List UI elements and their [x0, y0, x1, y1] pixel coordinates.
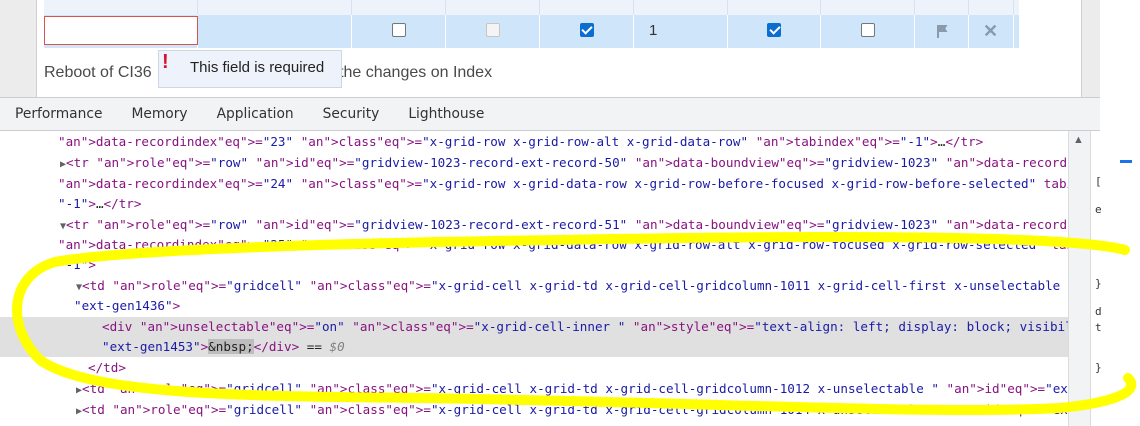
- grid-cell-check-2: [446, 15, 540, 48]
- dom-line-text: <td "an">role"eq">="gridcell" "an">class…: [82, 402, 1068, 417]
- scroll-up-arrow-icon[interactable]: ▲: [1073, 134, 1084, 146]
- grid-cell-flag: [915, 0, 969, 16]
- checkbox[interactable]: [860, 23, 875, 37]
- elements-panel[interactable]: "an">data-recordindex"eq">="23" "an">cla…: [0, 131, 1068, 426]
- grid-cell-check-3[interactable]: [540, 15, 634, 48]
- dom-line[interactable]: "an">data-recordindex"eq">="25" "an">cla…: [0, 235, 1068, 255]
- dom-line-text: "an">data-recordindex"eq">="25" "an">cla…: [58, 237, 1068, 252]
- grid-cell-value: [198, 0, 352, 16]
- error-icon: !: [162, 51, 169, 73]
- dom-line[interactable]: ▼<td "an">role"eq">="gridcell" "an">clas…: [0, 276, 1068, 296]
- grid-cell-delete[interactable]: ✕: [969, 0, 1014, 16]
- row-number: 1: [649, 22, 658, 39]
- collapse-triangle-icon[interactable]: ▼: [0, 282, 82, 293]
- dom-line[interactable]: "an">data-recordindex"eq">="23" "an">cla…: [0, 132, 1068, 152]
- dom-line[interactable]: "-1">…</tr>: [0, 194, 1068, 214]
- dom-line-text: "ext-gen1453">&nbsp;</div> == $0: [102, 339, 345, 354]
- dom-line[interactable]: ▶<td "an">role"eq">="gridcell" "an">clas…: [0, 379, 1068, 399]
- accent-bar: [1120, 160, 1132, 163]
- grid-cell-number: [634, 0, 728, 16]
- dom-line-text: "ext-gen1436">: [74, 298, 181, 313]
- checkbox[interactable]: [391, 23, 406, 37]
- validation-message: This field is required: [190, 59, 325, 76]
- tab-memory[interactable]: Memory: [116, 98, 201, 130]
- grid-cell-check-1[interactable]: [352, 15, 446, 48]
- dom-line[interactable]: </td>: [0, 358, 1068, 378]
- dom-line[interactable]: ▼<tr "an">role"eq">="row" "an">id"eq">="…: [0, 215, 1068, 235]
- tab-performance[interactable]: Performance: [0, 98, 116, 130]
- checkbox-checked[interactable]: [579, 23, 594, 37]
- grid-cell-check-3[interactable]: [540, 0, 634, 16]
- dom-line-text: "-1">: [58, 257, 96, 272]
- expand-triangle-icon[interactable]: ▶: [0, 159, 66, 170]
- grid-cell-check-4[interactable]: [728, 15, 821, 48]
- name-input[interactable]: [44, 16, 198, 45]
- dom-line[interactable]: "an">data-recordindex"eq">="24" "an">cla…: [0, 174, 1068, 194]
- grid-cell-flag[interactable]: [915, 15, 969, 48]
- dom-line-text: <tr "an">role"eq">="row" "an">id"eq">="g…: [66, 217, 1068, 232]
- dom-line[interactable]: ▶<tr "an">role"eq">="row" "an">id"eq">="…: [0, 153, 1068, 173]
- close-icon[interactable]: ✕: [983, 22, 998, 40]
- grid-cell-check-5[interactable]: [821, 0, 915, 16]
- styles-pane-edge: [ e } d t }: [1090, 131, 1140, 426]
- collapse-triangle-icon[interactable]: ▼: [0, 221, 66, 232]
- grid-row-selected[interactable]: 1 ✕: [44, 15, 1019, 48]
- grid-cell-name: [44, 0, 198, 16]
- checkbox-disabled: [485, 23, 500, 37]
- checkbox-checked[interactable]: [767, 23, 781, 37]
- vertical-scrollbar[interactable]: [1068, 131, 1090, 426]
- status-text-end: the changes on Index: [334, 64, 493, 81]
- grid-cell-check-1[interactable]: [352, 0, 446, 16]
- dom-line-text: "-1">…</tr>: [58, 196, 142, 211]
- grid-cell-name[interactable]: [44, 15, 198, 48]
- dom-line-text: <div "an">unselectable"eq">="on" "an">cl…: [102, 319, 1068, 334]
- expand-triangle-icon[interactable]: ▶: [0, 406, 82, 417]
- dom-line[interactable]: "ext-gen1436">: [0, 296, 1068, 316]
- dom-line-text: "an">data-recordindex"eq">="23" "an">cla…: [58, 134, 984, 149]
- validation-tooltip: ! This field is required: [158, 50, 342, 88]
- tab-application[interactable]: Application: [202, 98, 308, 130]
- dom-line-selected[interactable]: <div "an">unselectable"eq">="on" "an">cl…: [0, 317, 1068, 337]
- flag-icon[interactable]: [936, 25, 948, 38]
- grid-cell-value[interactable]: [198, 15, 352, 48]
- grid-cell-check-2: [446, 0, 540, 16]
- devtools-tab-bar: Performance Memory Application Security …: [0, 97, 1100, 131]
- grid-cell-number[interactable]: 1: [634, 15, 728, 48]
- dom-line-text: "an">data-recordindex"eq">="24" "an">cla…: [58, 176, 1068, 191]
- dom-line-selected[interactable]: "ext-gen1453">&nbsp;</div> == $0: [0, 337, 1068, 357]
- dom-line-text: <td "an">role"eq">="gridcell" "an">class…: [82, 278, 1068, 293]
- tab-security[interactable]: Security: [308, 98, 394, 130]
- dom-line-text: <tr "an">role"eq">="row" "an">id"eq">="g…: [66, 155, 1068, 170]
- dom-line-text: <td "an">role"eq">="gridcell" "an">class…: [82, 381, 1068, 396]
- grid-cell-check-4[interactable]: [728, 0, 821, 16]
- tab-lighthouse[interactable]: Lighthouse: [393, 98, 498, 130]
- expand-triangle-icon[interactable]: ▶: [0, 385, 82, 396]
- grid-cell-delete[interactable]: ✕: [969, 15, 1014, 48]
- dom-line[interactable]: "-1">: [0, 255, 1068, 275]
- dom-line[interactable]: ▶<td "an">role"eq">="gridcell" "an">clas…: [0, 400, 1068, 420]
- dom-line-text: </td>: [88, 360, 126, 375]
- grid-cell-check-5[interactable]: [821, 15, 915, 48]
- status-text-start: Reboot of CI36: [44, 64, 152, 81]
